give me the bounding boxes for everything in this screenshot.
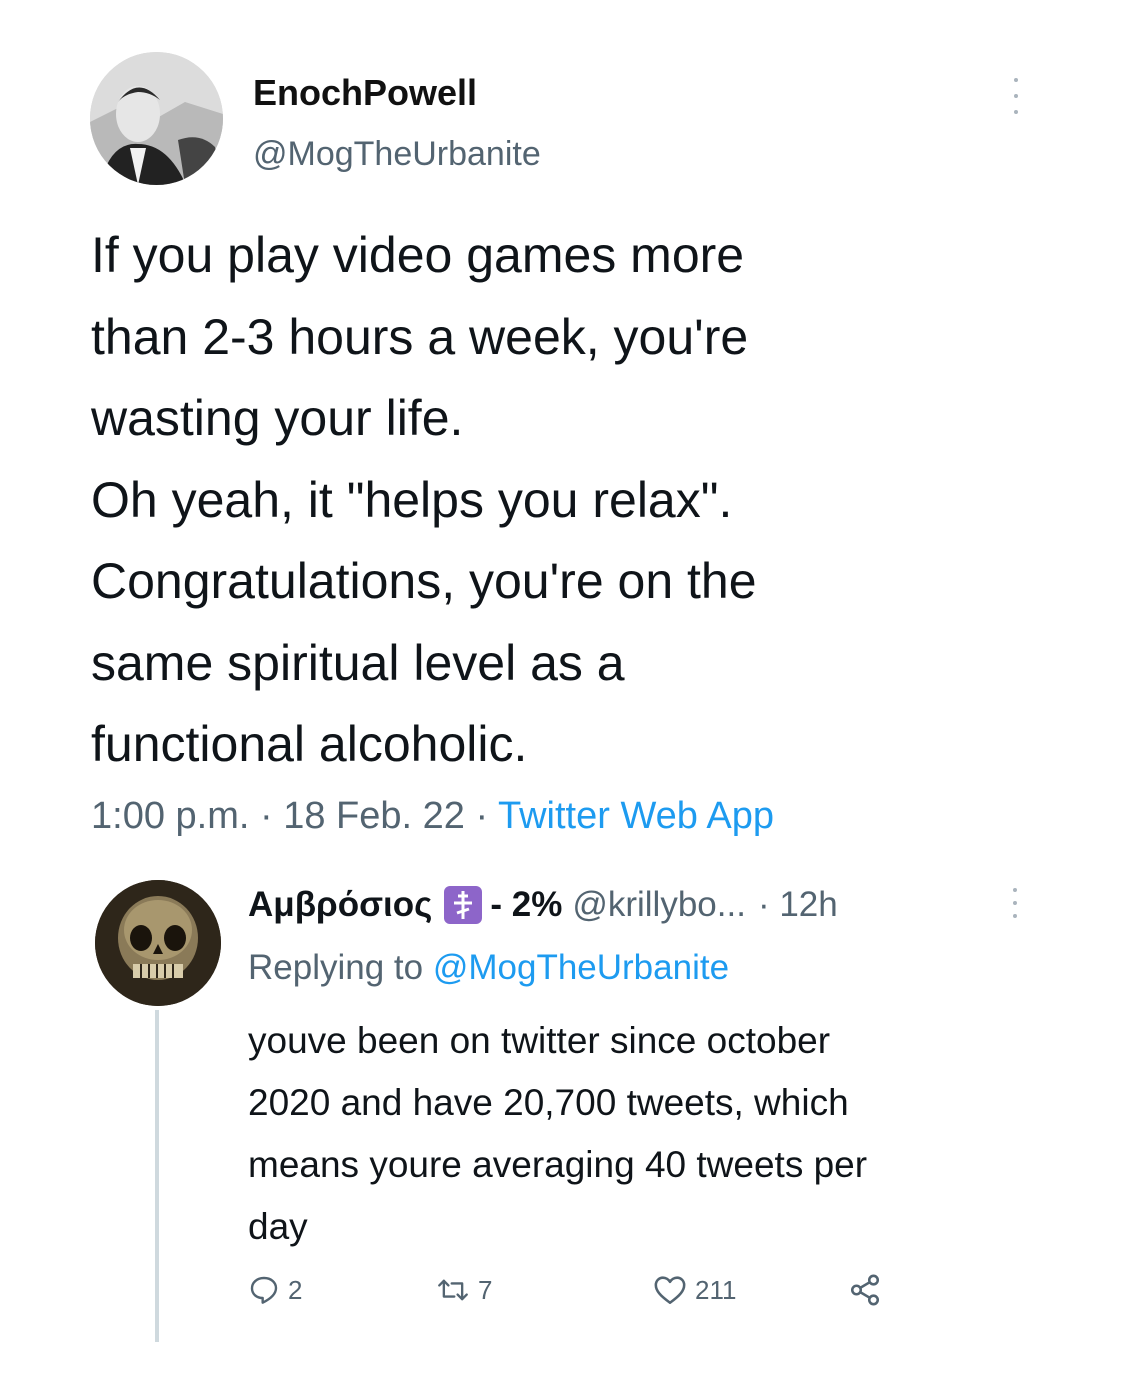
tweet-date[interactable]: 18 Feb. 22 (283, 795, 465, 837)
reply-more-options-icon[interactable] (1008, 888, 1022, 918)
comment-icon (250, 1276, 278, 1304)
tweet-text-line: If you play video games more (91, 227, 745, 283)
skull-image-icon (95, 880, 221, 1006)
tweet-source[interactable]: Twitter Web App (498, 795, 774, 837)
person-photo-icon (90, 52, 223, 185)
reply-button[interactable]: 2 (248, 1270, 302, 1310)
tweet-text: If you play video games more than 2-3 ho… (91, 215, 991, 786)
tweet-text-line: Congratulations, you're on the (91, 553, 757, 609)
like-count: 211 (695, 1274, 737, 1305)
reply-text-line: youve been on twitter since october (248, 1020, 831, 1061)
tweet-text-line: than 2-3 hours a week, you're (91, 308, 749, 365)
reply-text-line: 2020 and have 20,700 tweets, which (248, 1082, 849, 1123)
reply-header: Αμβρόσιος - 2% @krillybo... · 12h (248, 885, 838, 925)
share-button[interactable] (848, 1270, 882, 1310)
replying-prefix: Replying to (248, 948, 433, 987)
reply-text-line: means youre averaging 40 tweets per (248, 1144, 868, 1185)
reply-time[interactable]: · 12h (758, 885, 838, 925)
reply-handle[interactable]: @krillybo... (572, 885, 746, 925)
reply-text-line: day (248, 1206, 308, 1247)
reply-action-bar: 2 7 211 (248, 1270, 908, 1310)
more-options-icon[interactable] (1006, 78, 1026, 114)
tweet-time[interactable]: 1:00 p.m. (91, 795, 249, 837)
author-display-name[interactable]: EnochPowell (253, 72, 477, 114)
tweet-text-line: wasting your life. (91, 390, 464, 446)
reply-text: youve been on twitter since october 2020… (248, 1010, 1028, 1258)
tweet-text-line: same spiritual level as a (91, 634, 625, 691)
like-button[interactable]: 211 (653, 1270, 736, 1310)
share-nodes-icon (850, 1274, 880, 1306)
replying-to: Replying to @MogTheUrbanite (248, 948, 729, 988)
author-avatar[interactable] (90, 52, 223, 185)
replying-mention[interactable]: @MogTheUrbanite (433, 948, 729, 987)
retweet-icon (438, 1279, 468, 1301)
meta-separator: · (249, 795, 284, 837)
tweet-text-line: functional alcoholic. (91, 716, 528, 772)
retweet-count: 7 (478, 1274, 493, 1305)
tweet-text-line: Oh yeah, it "helps you relax". (91, 471, 733, 528)
reply-name-suffix: - 2% (490, 885, 563, 924)
author-handle[interactable]: @MogTheUrbanite (253, 135, 541, 174)
retweet-button[interactable]: 7 (436, 1270, 492, 1310)
thread-line (155, 1010, 159, 1342)
reply-count: 2 (288, 1274, 303, 1305)
tweet-meta: 1:00 p.m. · 18 Feb. 22 · Twitter Web App (91, 795, 774, 838)
reply-display-name[interactable]: Αμβρόσιος (248, 885, 432, 925)
heart-icon (654, 1276, 686, 1305)
orthodox-cross-icon (444, 886, 483, 924)
meta-separator: · (464, 795, 498, 837)
reply-author-avatar[interactable] (95, 880, 221, 1006)
